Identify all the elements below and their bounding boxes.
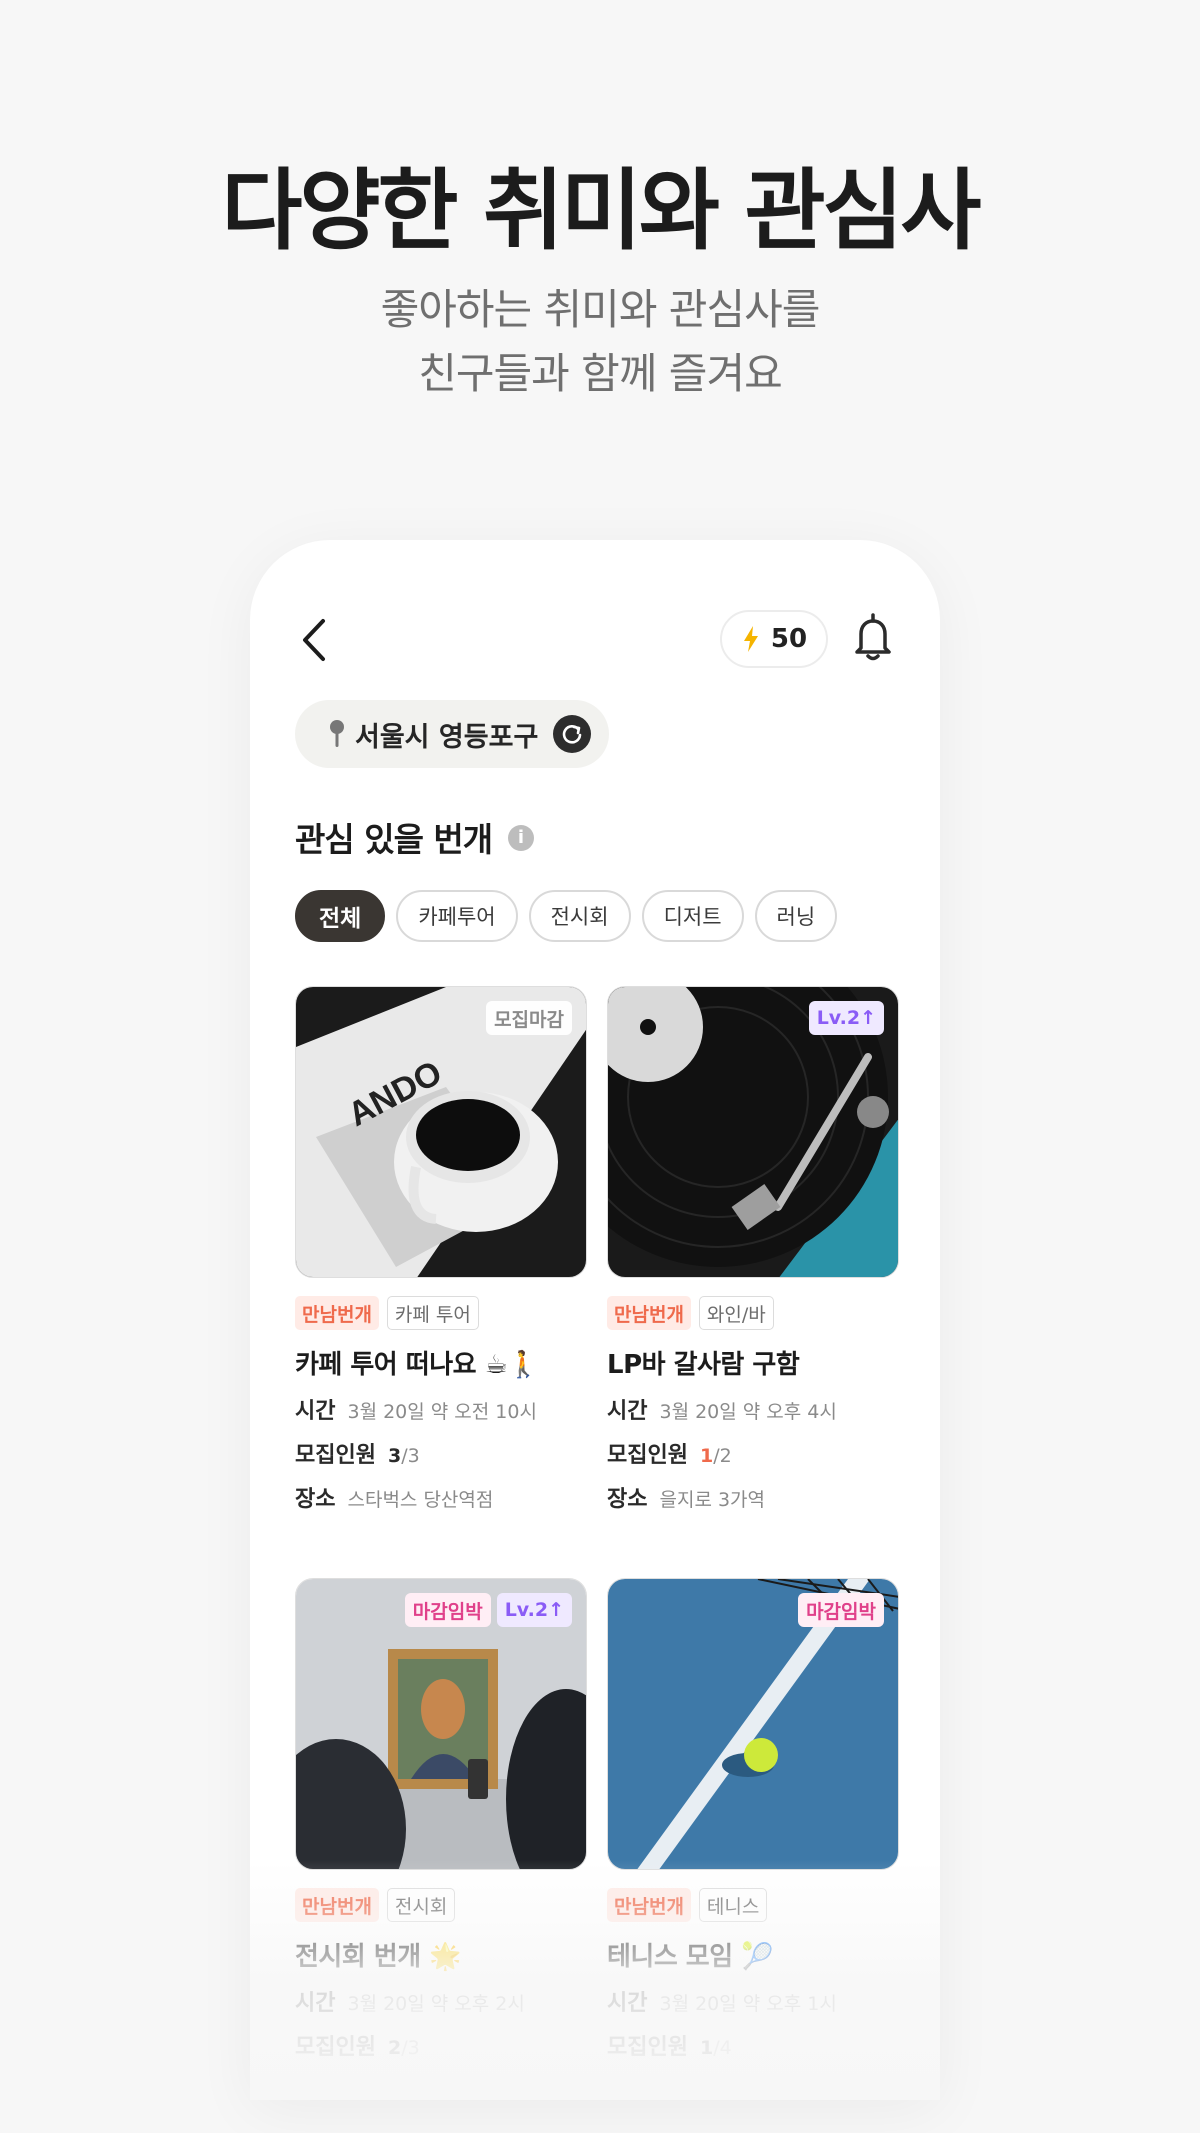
refresh-icon bbox=[562, 725, 582, 744]
time-label: 시간 bbox=[607, 1399, 648, 1424]
people-label: 모집인원 bbox=[607, 2035, 688, 2060]
chip-dessert[interactable]: 디저트 bbox=[641, 890, 744, 942]
people-label: 모집인원 bbox=[295, 2035, 376, 2060]
time-label: 시간 bbox=[295, 1399, 336, 1424]
card-people-row: 모집인원 2/3 bbox=[295, 2029, 587, 2061]
section-title: 관심 있을 번개 bbox=[295, 820, 493, 859]
place-value: 스타벅스 당산역점 bbox=[347, 1489, 494, 1511]
phone-screen: 50 서울시 영등포구 관심 있을 번개 i 전체 카페투어 전시회 디저트 러… bbox=[250, 540, 940, 2100]
people-label: 모집인원 bbox=[607, 1443, 688, 1468]
people-total: /3 bbox=[401, 2037, 420, 2059]
card-people-row: 모집인원 1/2 bbox=[607, 1437, 899, 1469]
meetup-card[interactable]: ANDO 모집마감 만남번개 카페 투어 카페 투어 떠나요 ☕🚶 시간 3월 … bbox=[295, 986, 587, 1513]
subline: 좋아하는 취미와 관심사를 친구들과 함께 즐겨요 bbox=[0, 278, 1200, 406]
chip-all[interactable]: 전체 bbox=[295, 890, 386, 942]
category-chips: 전체 카페투어 전시회 디저트 러닝 bbox=[295, 890, 838, 942]
badge-level: Lv.2↑ bbox=[808, 1001, 884, 1035]
time-label: 시간 bbox=[295, 1991, 336, 2016]
place-label: 장소 bbox=[295, 1487, 336, 1512]
people-label: 모집인원 bbox=[295, 1443, 376, 1468]
people-value: 2/3 bbox=[388, 2037, 420, 2059]
card-tags: 만남번개 와인/바 bbox=[607, 1296, 899, 1330]
people-value: 1/4 bbox=[700, 2037, 732, 2059]
card-image: 마감임박 bbox=[607, 1578, 899, 1870]
tag-meetup: 만남번개 bbox=[607, 1296, 691, 1330]
card-people-row: 모집인원 1/4 bbox=[607, 2029, 899, 2061]
notification-button[interactable] bbox=[850, 612, 896, 662]
card-image: ANDO 모집마감 bbox=[295, 986, 587, 1278]
meetup-card[interactable]: Lv.2↑ 만남번개 와인/바 LP바 갈사람 구함 시간 3월 20일 약 오… bbox=[607, 986, 899, 1513]
tag-category: 테니스 bbox=[698, 1888, 768, 1922]
card-title: 전시회 번개 🌟 bbox=[295, 1942, 462, 1972]
card-tags: 만남번개 테니스 bbox=[607, 1888, 899, 1922]
badge-deadline: 마감임박 bbox=[798, 1593, 884, 1627]
people-total: /3 bbox=[401, 1445, 420, 1467]
tag-meetup: 만남번개 bbox=[295, 1296, 379, 1330]
pin-icon bbox=[330, 720, 344, 747]
card-badges: 모집마감 bbox=[486, 1001, 572, 1035]
time-value: 3월 20일 약 오후 1시 bbox=[659, 1993, 837, 2015]
card-badges: Lv.2↑ bbox=[808, 1001, 884, 1035]
headline: 다양한 취미와 관심사 bbox=[221, 159, 982, 262]
subline-2: 친구들과 함께 즐겨요 bbox=[418, 349, 782, 398]
people-current: 1 bbox=[699, 1445, 714, 1467]
back-button[interactable] bbox=[295, 615, 335, 665]
card-image: 마감임박 Lv.2↑ bbox=[295, 1578, 587, 1870]
card-time-row: 시간 3월 20일 약 오전 10시 bbox=[295, 1393, 587, 1425]
card-badges: 마감임박 Lv.2↑ bbox=[404, 1593, 572, 1627]
location-label: 서울시 영등포구 bbox=[355, 721, 539, 753]
time-value: 3월 20일 약 오전 10시 bbox=[347, 1401, 537, 1423]
time-value: 3월 20일 약 오후 4시 bbox=[659, 1401, 837, 1423]
card-tags: 만남번개 전시회 bbox=[295, 1888, 587, 1922]
tag-meetup: 만남번개 bbox=[295, 1888, 379, 1922]
lightning-icon bbox=[743, 626, 758, 652]
bell-icon bbox=[855, 613, 891, 661]
meetup-card[interactable]: 마감임박 만남번개 테니스 테니스 모임 🎾 시간 3월 20일 약 오후 1시… bbox=[607, 1578, 899, 2061]
card-title: LP바 갈사람 구함 bbox=[607, 1350, 800, 1380]
location-selector[interactable]: 서울시 영등포구 bbox=[295, 700, 609, 768]
people-current: 1 bbox=[699, 2037, 714, 2059]
people-total: /4 bbox=[713, 2037, 732, 2059]
coin-count: 50 bbox=[770, 624, 808, 654]
card-people-row: 모집인원 3/3 bbox=[295, 1437, 587, 1469]
people-value: 3/3 bbox=[388, 1445, 420, 1467]
card-tags: 만남번개 카페 투어 bbox=[295, 1296, 587, 1330]
badge-deadline: 마감임박 bbox=[404, 1593, 491, 1627]
card-place-row: 장소 스타벅스 당산역점 bbox=[295, 1481, 587, 1513]
card-place-row: 장소 을지로 3가역 bbox=[607, 1481, 899, 1513]
tag-category: 카페 투어 bbox=[386, 1296, 479, 1330]
time-value: 3월 20일 약 오후 2시 bbox=[347, 1993, 525, 2015]
chip-running[interactable]: 러닝 bbox=[754, 890, 838, 942]
tag-category: 와인/바 bbox=[698, 1296, 774, 1330]
tag-meetup: 만남번개 bbox=[607, 1888, 691, 1922]
coin-balance[interactable]: 50 bbox=[720, 610, 828, 668]
card-image: Lv.2↑ bbox=[607, 986, 899, 1278]
card-badges: 마감임박 bbox=[798, 1593, 884, 1627]
place-label: 장소 bbox=[607, 1487, 648, 1512]
tag-category: 전시회 bbox=[386, 1888, 456, 1922]
info-icon[interactable]: i bbox=[508, 825, 534, 851]
card-time-row: 시간 3월 20일 약 오후 1시 bbox=[607, 1985, 899, 2017]
people-current: 2 bbox=[387, 2037, 402, 2059]
card-time-row: 시간 3월 20일 약 오후 2시 bbox=[295, 1985, 587, 2017]
refresh-location-button[interactable] bbox=[553, 715, 591, 753]
subline-1: 좋아하는 취미와 관심사를 bbox=[380, 285, 821, 334]
people-value: 1/2 bbox=[700, 1445, 732, 1467]
card-title: 카페 투어 떠나요 ☕🚶 bbox=[295, 1350, 540, 1380]
card-time-row: 시간 3월 20일 약 오후 4시 bbox=[607, 1393, 899, 1425]
time-label: 시간 bbox=[607, 1991, 648, 2016]
place-value: 을지로 3가역 bbox=[659, 1489, 766, 1511]
chip-exhibition[interactable]: 전시회 bbox=[528, 890, 631, 942]
badge-closed: 모집마감 bbox=[486, 1001, 572, 1035]
people-current: 3 bbox=[387, 1445, 402, 1467]
chip-cafe-tour[interactable]: 카페투어 bbox=[396, 890, 518, 942]
chevron-left-icon bbox=[303, 619, 325, 661]
card-title: 테니스 모임 🎾 bbox=[607, 1942, 774, 1972]
badge-level: Lv.2↑ bbox=[496, 1593, 572, 1627]
people-total: /2 bbox=[713, 1445, 732, 1467]
meetup-card[interactable]: 마감임박 Lv.2↑ 만남번개 전시회 전시회 번개 🌟 시간 3월 20일 약… bbox=[295, 1578, 587, 2061]
